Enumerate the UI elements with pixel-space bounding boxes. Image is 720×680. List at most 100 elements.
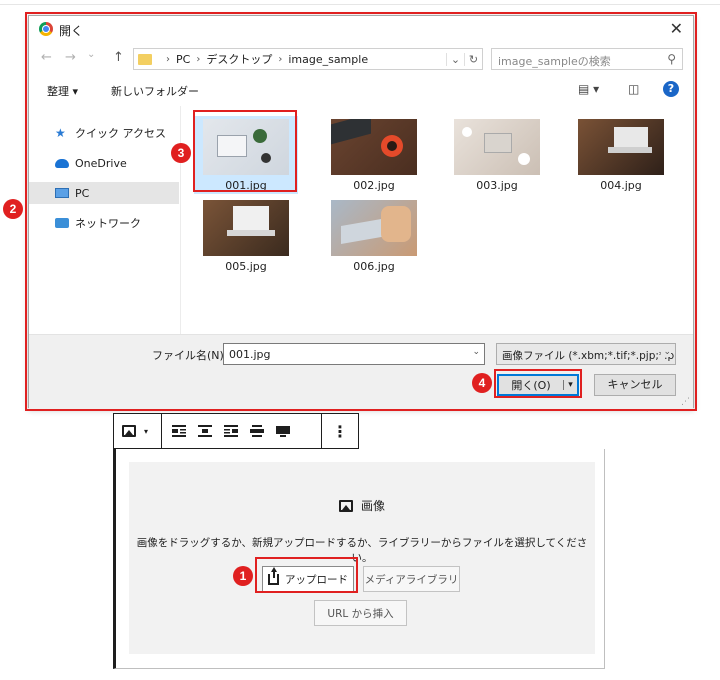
new-folder-button[interactable]: 新しいフォルダー xyxy=(111,83,199,99)
image-icon[interactable] xyxy=(114,414,144,448)
file-name: 005.jpg xyxy=(225,260,267,273)
media-library-button[interactable]: メディアライブラリ xyxy=(363,566,460,592)
file-name: 004.jpg xyxy=(600,179,642,192)
breadcrumb-image-sample[interactable]: image_sample xyxy=(288,53,368,66)
alignment-group xyxy=(162,414,322,448)
open-file-dialog: 開く ✕ ← → ⌄ ↑ › PC › デスクトップ › image_sampl… xyxy=(28,15,694,409)
nav-item-pc[interactable]: PC xyxy=(29,182,179,204)
upload-button[interactable]: アップロード xyxy=(262,566,354,592)
block-toolbar: ▾ ⋮ xyxy=(113,413,359,449)
more-options-icon[interactable]: ⋮ xyxy=(332,422,348,441)
image-placeholder: 画像 画像をドラッグするか、新規アップロードするか、ライブラリーからファイルを選… xyxy=(129,462,595,654)
placeholder-title-text: 画像 xyxy=(360,499,385,513)
view-options-icon[interactable]: ▤ ▾ xyxy=(578,82,599,96)
file-item-001[interactable]: 001.jpg xyxy=(194,116,298,194)
image-thumbnail xyxy=(578,119,664,175)
block-type-dropdown-icon[interactable]: ▾ xyxy=(144,427,148,436)
chrome-icon xyxy=(39,22,53,36)
open-dropdown-icon[interactable]: ▾ xyxy=(563,380,577,390)
step-badge-2: 2 xyxy=(3,199,23,219)
page-divider xyxy=(0,4,720,5)
block-type-group: ▾ xyxy=(114,414,162,448)
nav-item-onedrive[interactable]: OneDrive xyxy=(29,152,179,174)
recent-locations-icon[interactable]: ⌄ xyxy=(87,49,95,60)
filename-label: ファイル名(N): xyxy=(152,349,228,362)
breadcrumb-desktop[interactable]: デスクトップ xyxy=(206,51,272,67)
dialog-title: 開く xyxy=(59,24,84,38)
organize-menu[interactable]: 整理 ▾ xyxy=(47,83,78,99)
file-name: 001.jpg xyxy=(225,179,267,192)
nav-item-network[interactable]: ネットワーク xyxy=(29,212,179,234)
nav-item-label: PC xyxy=(75,186,90,200)
file-item-004[interactable]: 004.jpg xyxy=(569,119,673,192)
align-right-icon[interactable] xyxy=(218,414,244,448)
image-thumbnail xyxy=(331,119,417,175)
placeholder-title: 画像 xyxy=(129,497,595,514)
file-item-005[interactable]: 005.jpg xyxy=(194,200,298,273)
image-thumbnail xyxy=(454,119,540,175)
nav-item-quick-access[interactable]: ★ クイック アクセス xyxy=(29,122,179,144)
placeholder-instructions: 画像をドラッグするか、新規アップロードするか、ライブラリーからファイルを選択して… xyxy=(136,537,588,564)
step-badge-4: 4 xyxy=(472,373,492,393)
close-icon[interactable]: ✕ xyxy=(670,19,683,38)
address-bar-row: ← → ⌄ ↑ › PC › デスクトップ › image_sample ⌄ ↻… xyxy=(29,46,693,72)
filename-value: 001.jpg xyxy=(229,348,271,361)
align-left-icon[interactable] xyxy=(166,414,192,448)
command-bar: 整理 ▾ 新しいフォルダー ▤ ▾ ◫ ? xyxy=(29,78,693,102)
step-badge-3: 3 xyxy=(171,143,191,163)
nav-item-label: ネットワーク xyxy=(75,217,141,230)
search-icon[interactable]: ⚲ xyxy=(667,52,676,66)
file-list: 001.jpg 002.jpg 003.jpg 004.jpg 005.jpg … xyxy=(189,112,689,302)
cloud-icon xyxy=(55,158,69,168)
more-group: ⋮ xyxy=(322,414,358,448)
align-center-icon[interactable] xyxy=(192,414,218,448)
dialog-footer: ファイル名(N): 001.jpg ⌄ 画像ファイル (*.xbm;*.tif;… xyxy=(29,334,693,409)
resize-grip-icon[interactable]: ⋰ xyxy=(681,397,690,407)
open-button-label: 開く(O) xyxy=(511,379,551,392)
file-item-006[interactable]: 006.jpg xyxy=(322,200,426,273)
filename-input[interactable]: 001.jpg ⌄ xyxy=(223,343,485,365)
address-box[interactable]: › PC › デスクトップ › image_sample ⌄ ↻ xyxy=(133,48,483,70)
step-badge-1: 1 xyxy=(233,566,253,586)
upload-button-label: アップロード xyxy=(285,573,348,586)
file-item-002[interactable]: 002.jpg xyxy=(322,119,426,192)
align-full-icon[interactable] xyxy=(270,414,296,448)
nav-item-label: OneDrive xyxy=(75,156,127,170)
file-name: 002.jpg xyxy=(353,179,395,192)
chevron-down-icon[interactable]: ⌄ xyxy=(472,347,480,357)
image-block: 画像 画像をドラッグするか、新規アップロードするか、ライブラリーからファイルを選… xyxy=(113,449,605,669)
folder-icon xyxy=(138,53,152,65)
address-dropdown-icon[interactable]: ⌄ xyxy=(446,52,464,66)
file-type-value: 画像ファイル (*.xbm;*.tif;*.pjp;*.p xyxy=(502,350,675,362)
breadcrumb-separator: › xyxy=(196,53,201,65)
file-name: 006.jpg xyxy=(353,260,395,273)
cancel-button[interactable]: キャンセル xyxy=(594,374,676,396)
open-button[interactable]: 開く(O) ▾ xyxy=(497,374,579,396)
navigation-pane: ★ クイック アクセス OneDrive PC ネットワーク xyxy=(29,106,181,334)
image-icon xyxy=(338,500,353,512)
file-name: 003.jpg xyxy=(476,179,518,192)
chevron-down-icon[interactable]: ⌄ xyxy=(661,347,671,357)
up-arrow-icon[interactable]: ↑ xyxy=(113,50,124,65)
image-thumbnail xyxy=(331,200,417,256)
image-thumbnail xyxy=(203,200,289,256)
refresh-icon[interactable]: ↻ xyxy=(464,52,482,66)
insert-from-url-button[interactable]: URL から挿入 xyxy=(314,600,407,626)
dialog-titlebar: 開く ✕ xyxy=(29,16,693,44)
forward-arrow-icon[interactable]: → xyxy=(65,50,76,65)
preview-pane-icon[interactable]: ◫ xyxy=(628,82,639,96)
back-arrow-icon[interactable]: ← xyxy=(41,50,52,65)
help-icon[interactable]: ? xyxy=(663,81,679,97)
search-input[interactable]: image_sampleの検索 ⚲ xyxy=(491,48,683,70)
breadcrumb-separator: › xyxy=(166,53,170,65)
breadcrumb-separator: › xyxy=(278,53,283,65)
file-type-select[interactable]: 画像ファイル (*.xbm;*.tif;*.pjp;*.p ⌄ xyxy=(496,343,676,365)
breadcrumb-pc[interactable]: PC xyxy=(176,53,190,66)
image-thumbnail xyxy=(203,119,289,175)
computer-icon xyxy=(55,188,69,198)
file-item-003[interactable]: 003.jpg xyxy=(445,119,549,192)
search-placeholder: image_sampleの検索 xyxy=(498,55,611,68)
star-icon: ★ xyxy=(55,126,66,140)
nav-item-label: クイック アクセス xyxy=(75,127,166,140)
align-wide-icon[interactable] xyxy=(244,414,270,448)
